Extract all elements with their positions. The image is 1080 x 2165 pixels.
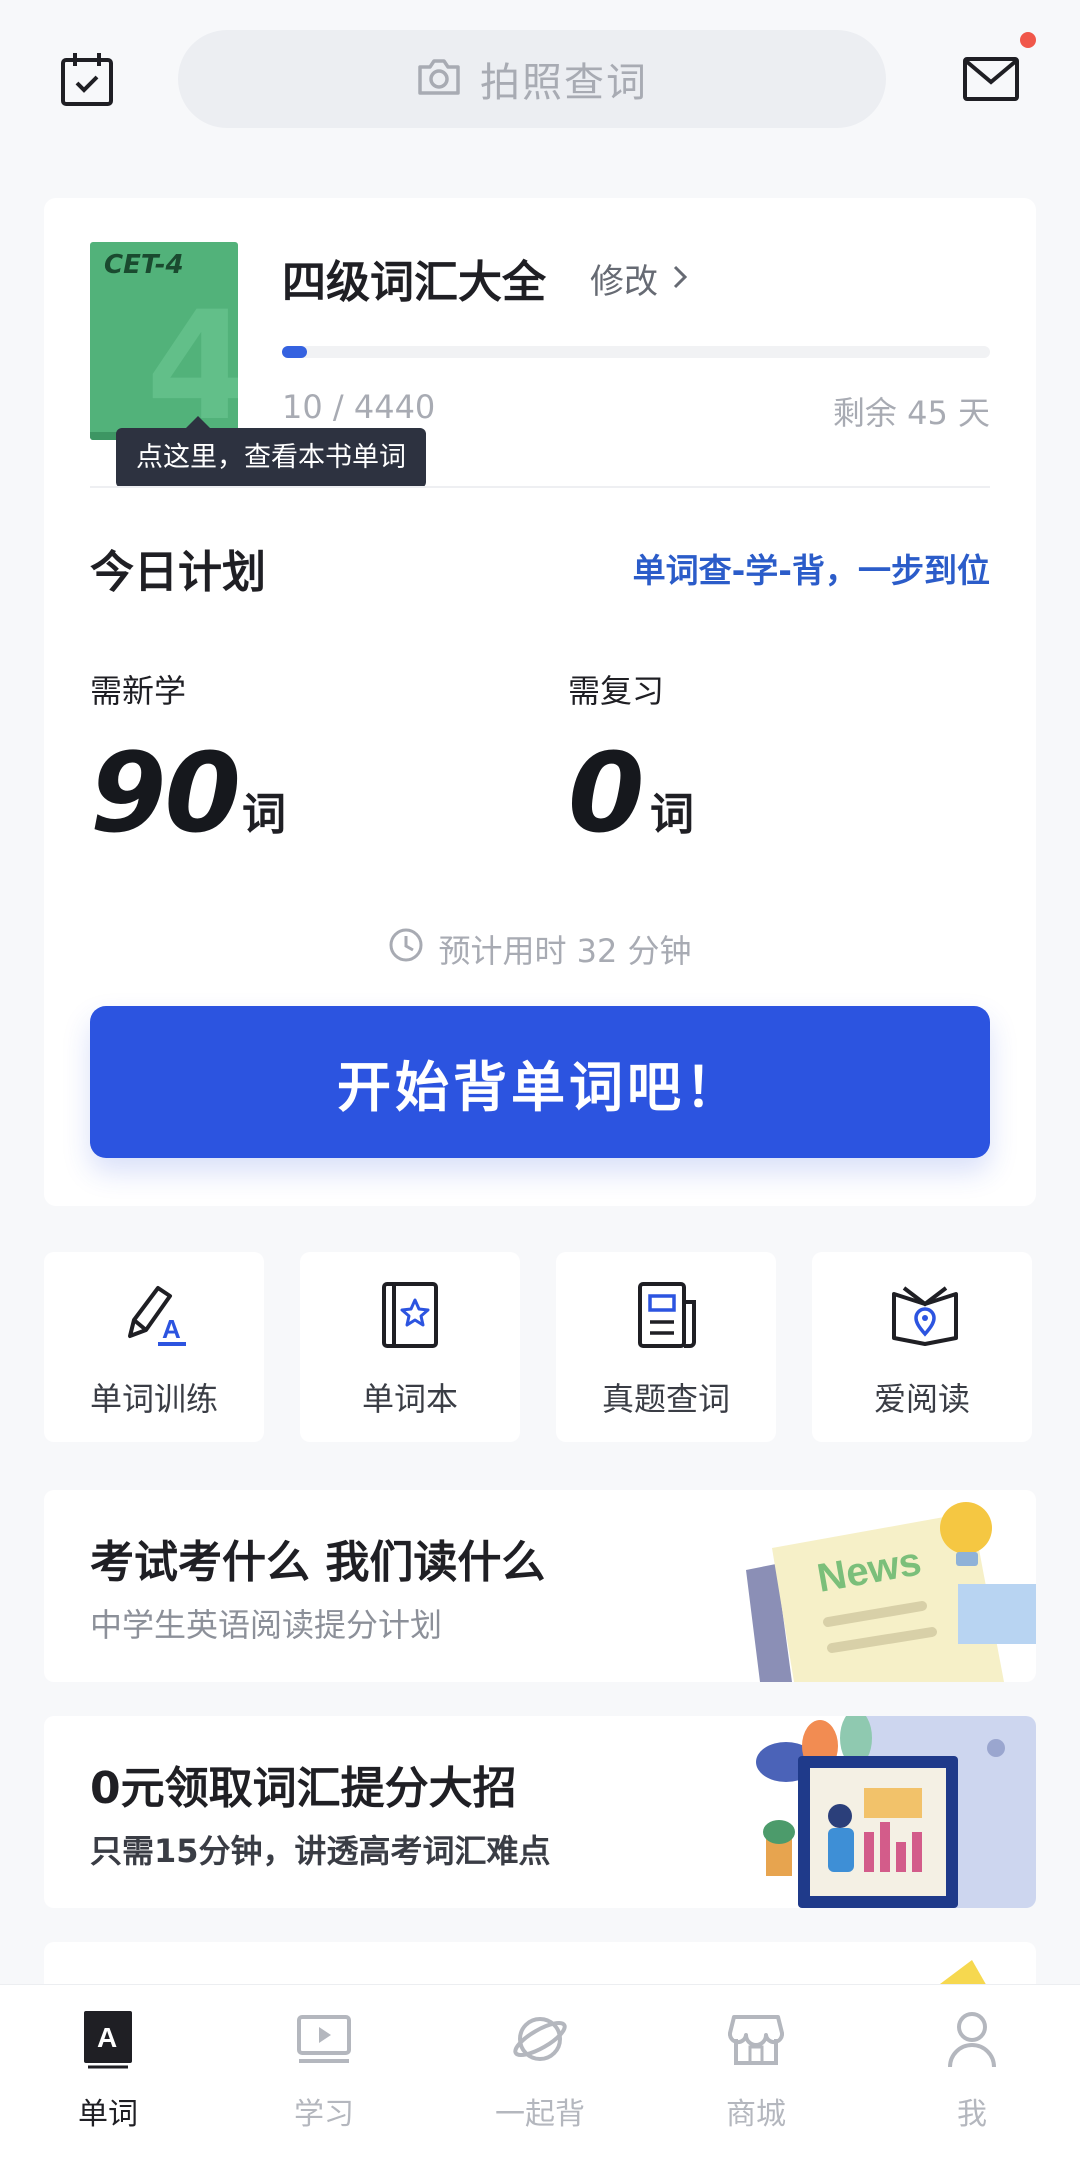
- days-left: 剩余 45 天: [832, 394, 990, 432]
- nav-words[interactable]: A 单词: [0, 1985, 216, 2165]
- nav-store[interactable]: 商城: [648, 1985, 864, 2165]
- book-cover[interactable]: CET-4 4: [90, 242, 238, 440]
- banner-title: 考试考什么 我们读什么: [90, 1537, 546, 1588]
- nav-label: 一起背: [495, 2097, 585, 2132]
- book-title: 四级词汇大全: [282, 257, 546, 308]
- progress-count: 10 / 4440: [282, 388, 436, 426]
- plan-slogan[interactable]: 单词查-学-背，一步到位: [633, 544, 990, 592]
- nav-study[interactable]: 学习: [216, 1985, 432, 2165]
- calendar-check-icon[interactable]: [60, 50, 114, 108]
- nav-label: 单词: [78, 2097, 138, 2132]
- store-icon: [727, 2009, 785, 2069]
- book-progress-fill: [282, 346, 307, 358]
- tool-exam-lookup[interactable]: 真题查词: [556, 1252, 776, 1442]
- top-bar: 拍照查词: [0, 0, 1080, 160]
- tool-word-training[interactable]: A 单词训练: [44, 1252, 264, 1442]
- tool-label: 爱阅读: [873, 1380, 970, 1418]
- word-a-icon: A: [80, 2009, 136, 2069]
- banner-subtitle: 中学生英语阅读提分计划: [90, 1606, 443, 1644]
- star-book-icon: [378, 1280, 444, 1350]
- newspaper-icon: [634, 1280, 700, 1350]
- tool-label: 真题查词: [601, 1380, 730, 1418]
- book-tooltip[interactable]: 点这里，查看本书单词: [116, 416, 426, 488]
- start-learning-button[interactable]: 开始背单词吧！: [90, 1006, 990, 1158]
- bottom-nav: A 单词 学习 一起背 商城 我: [0, 1984, 1080, 2165]
- review-words-count: 0: [568, 729, 645, 857]
- video-icon: [296, 2009, 352, 2069]
- banner-subtitle: 只需15分钟，讲透高考词汇难点: [90, 1832, 551, 1870]
- chevron-right-icon: [672, 259, 688, 299]
- nav-label: 学习: [294, 2097, 354, 2132]
- svg-text:A: A: [97, 2022, 117, 2053]
- photo-search-bar[interactable]: 拍照查词: [178, 30, 886, 128]
- open-book-pin-icon: [890, 1280, 958, 1350]
- time-estimate-text: 预计用时 32 分钟: [438, 932, 692, 970]
- clock-icon: [388, 927, 424, 971]
- book-cover-label: CET-4: [104, 250, 184, 280]
- tool-label: 单词训练: [89, 1380, 218, 1418]
- tool-reading[interactable]: 爱阅读: [812, 1252, 1032, 1442]
- edit-book-link[interactable]: 修改: [590, 254, 688, 303]
- banner-vocab-tips[interactable]: 0元领取词汇提分大招 只需15分钟，讲透高考词汇难点: [44, 1716, 1036, 1908]
- nav-label: 我: [957, 2097, 987, 2132]
- mail-icon[interactable]: [962, 56, 1020, 102]
- new-words-count: 90: [90, 729, 241, 857]
- new-words-label: 需新学: [90, 672, 187, 710]
- planet-icon: [512, 2009, 568, 2069]
- nav-together[interactable]: 一起背: [432, 1985, 648, 2165]
- review-words-unit: 词: [650, 789, 694, 840]
- camera-icon: [416, 57, 462, 101]
- tool-label: 单词本: [361, 1380, 458, 1418]
- book-progress-bar: [282, 346, 990, 358]
- plan-title: 今日计划: [90, 547, 266, 598]
- banner-reading-plan[interactable]: 考试考什么 我们读什么 中学生英语阅读提分计划 News: [44, 1490, 1036, 1682]
- search-label: 拍照查词: [480, 60, 648, 106]
- plan-card: CET-4 4 点这里，查看本书单词 四级词汇大全 修改 10 / 4440 剩…: [44, 198, 1036, 1206]
- news-illustration: News: [736, 1490, 1036, 1682]
- notification-dot: [1020, 32, 1036, 48]
- banner-title: 0元领取词汇提分大招: [90, 1763, 517, 1814]
- study-illustration: [736, 1716, 1036, 1908]
- person-icon: [944, 2009, 1000, 2069]
- time-estimate: 预计用时 32 分钟: [44, 926, 1036, 972]
- edit-label: 修改: [590, 262, 658, 302]
- pencil-a-icon: A: [122, 1280, 188, 1350]
- divider: [90, 486, 990, 488]
- review-words-label: 需复习: [568, 672, 665, 710]
- new-words-unit: 词: [242, 789, 286, 840]
- svg-text:A: A: [162, 1314, 181, 1344]
- tool-wordbook[interactable]: 单词本: [300, 1252, 520, 1442]
- nav-me[interactable]: 我: [864, 1985, 1080, 2165]
- nav-label: 商城: [726, 2097, 786, 2132]
